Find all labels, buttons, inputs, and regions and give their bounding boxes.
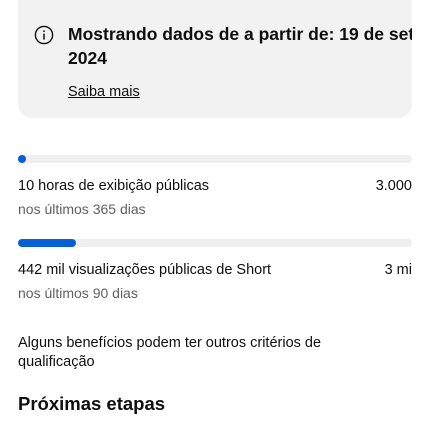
shorts-views-label: 442 mil visualizações públicas de Short — [18, 262, 272, 278]
shorts-views-metric: 442 mil visualizações públicas de Short … — [18, 239, 412, 301]
next-steps-title: Próximas etapas — [18, 393, 166, 414]
shorts-views-target: 3 mi — [384, 262, 412, 278]
info-banner-text: Mostrando dados de a partir de: 19 de se… — [68, 24, 412, 68]
shorts-views-progress-bar — [18, 239, 412, 247]
watch-hours-period: nos últimos 365 dias — [18, 201, 146, 217]
learn-more-link[interactable]: Saiba mais — [68, 84, 140, 100]
page: Mostrando dados de a partir de: 19 de se… — [0, 0, 430, 430]
info-icon — [34, 25, 54, 45]
watch-hours-progress-bar — [18, 155, 412, 163]
info-banner: Mostrando dados de a partir de: 19 de se… — [18, 0, 412, 118]
watch-hours-metric: 10 horas de exibição públicas 3.000 nos … — [18, 155, 412, 217]
shorts-views-progress-fill — [18, 239, 76, 247]
watch-hours-label: 10 horas de exibição públicas — [18, 178, 210, 194]
watch-hours-progress-fill — [18, 155, 26, 163]
shorts-views-period: nos últimos 90 dias — [18, 285, 138, 301]
watch-hours-target: 3.000 — [375, 178, 412, 194]
eligibility-note: Alguns benefícios podem ter outros crité… — [18, 335, 322, 370]
